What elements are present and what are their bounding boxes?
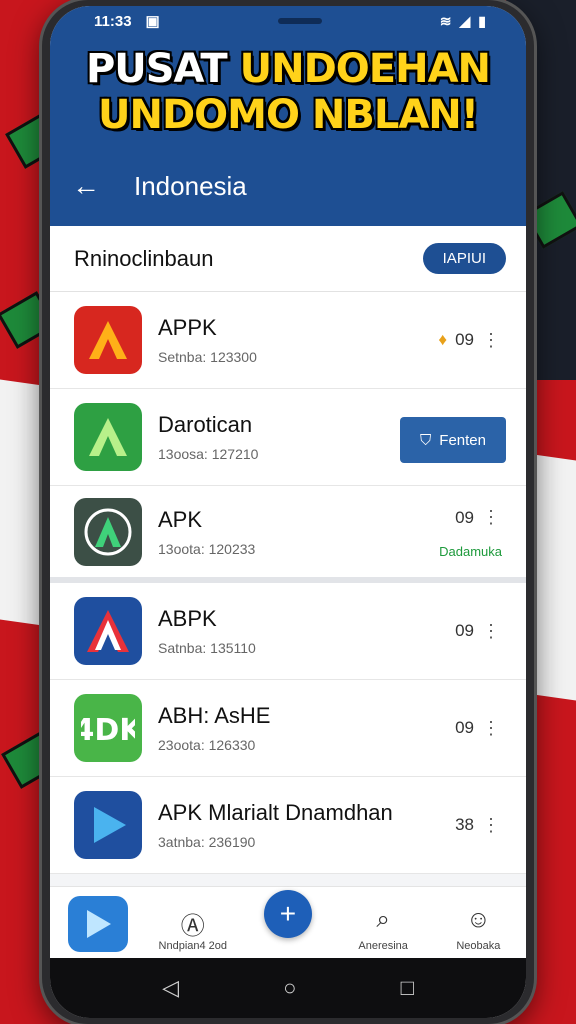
section-pill-button[interactable]: IAPIUI bbox=[422, 243, 506, 274]
svg-text:4DK: 4DK bbox=[81, 713, 135, 748]
play-store-icon bbox=[67, 896, 128, 952]
red-a-app-icon bbox=[74, 306, 142, 374]
app-name: APPK bbox=[158, 315, 217, 340]
add-fab-button[interactable]: + bbox=[263, 890, 312, 938]
list-item[interactable]: 4DK ABH: AsHE 23oota: 126330 09 ⋮ bbox=[50, 680, 526, 777]
battery-icon: ▮ bbox=[478, 12, 486, 29]
blue-a-app-icon bbox=[74, 597, 142, 665]
app-count: 09 bbox=[455, 718, 474, 737]
banner-line-1: PUSAT UNDOEHAN bbox=[50, 46, 526, 92]
nav-label: Nndpian4 2od bbox=[158, 940, 228, 952]
app-name: APK bbox=[158, 506, 203, 532]
list-item[interactable]: APPK Setnba: 123300 ♦ 09 ⋮ bbox=[50, 292, 526, 389]
nav-fab[interactable]: + bbox=[243, 890, 333, 952]
phone-frame: 11:33 ▣ ≋ ◢ ▮ PUSAT UNDOEHAN UNDOMO NBLA… bbox=[42, 0, 534, 1024]
phone-screen: 11:33 ▣ ≋ ◢ ▮ PUSAT UNDOEHAN UNDOMO NBLA… bbox=[50, 6, 526, 1018]
app-bar-title: Indonesia bbox=[134, 170, 247, 201]
list-item[interactable]: Darotican 13oosa: 127210 ⛉ Fenten bbox=[50, 389, 526, 486]
signal-icon: ◢ bbox=[459, 12, 471, 29]
nav-item-search[interactable]: ⌕ Aneresina bbox=[338, 906, 428, 952]
app-count: 09 bbox=[455, 330, 474, 349]
nav-home[interactable] bbox=[53, 896, 143, 952]
play-app-icon bbox=[74, 791, 142, 859]
back-arrow-icon[interactable]: ← bbox=[72, 170, 112, 202]
wifi-icon: ≋ bbox=[439, 12, 452, 29]
nav-label: Neobaka bbox=[456, 940, 501, 952]
status-time: 11:33 bbox=[94, 12, 132, 30]
status-bar: 11:33 ▣ ≋ ◢ ▮ bbox=[50, 6, 526, 36]
shield-icon: ⛉ bbox=[420, 431, 432, 449]
home-circle-icon[interactable]: ○ bbox=[283, 975, 296, 1001]
flame-icon: ♦ bbox=[438, 330, 448, 349]
list-item[interactable]: APK 13oota: 120233 09 ⋮ Dadamuka bbox=[50, 486, 526, 583]
section-header: Rninoclinbaun IAPIUI bbox=[50, 226, 526, 292]
more-vertical-icon[interactable]: ⋮ bbox=[482, 330, 500, 351]
install-button-label: Fenten bbox=[439, 431, 486, 449]
profile-icon: ☺ bbox=[466, 906, 491, 933]
recents-square-icon[interactable]: □ bbox=[401, 975, 414, 1001]
app-subtitle: 3atnba: 236190 bbox=[158, 834, 256, 850]
more-vertical-icon[interactable]: ⋮ bbox=[482, 815, 500, 836]
app-count: 38 bbox=[455, 815, 474, 834]
system-navigation-bar: ◁ ○ □ bbox=[50, 958, 526, 1018]
more-vertical-icon[interactable]: ⋮ bbox=[482, 507, 500, 528]
app-bar: ← Indonesia bbox=[50, 146, 526, 226]
app-list: Rninoclinbaun IAPIUI APPK Setnba: 123300… bbox=[50, 226, 526, 874]
app-subtitle: 13oota: 120233 bbox=[158, 540, 256, 557]
more-vertical-icon[interactable]: ⋮ bbox=[482, 621, 500, 642]
app-name: ABPK bbox=[158, 606, 217, 631]
nav-item-profile[interactable]: ☺ Neobaka bbox=[433, 906, 523, 952]
app-subtitle: Satnba: 135110 bbox=[158, 640, 256, 656]
app-count: 09 bbox=[455, 507, 474, 527]
green-a-app-icon bbox=[74, 403, 142, 471]
install-button[interactable]: ⛉ Fenten bbox=[400, 417, 506, 463]
app-status-tag: Dadamuka bbox=[439, 544, 502, 559]
promo-banner: PUSAT UNDOEHAN UNDOMO NBLAN! bbox=[50, 36, 526, 146]
search-icon: ⌕ bbox=[376, 906, 390, 933]
nav-label: Aneresina bbox=[358, 940, 408, 952]
banner-word-yellow: UNDOEHAN bbox=[226, 46, 491, 92]
bottom-navigation: Ⓐ Nndpian4 2od + ⌕ Aneresina ☺ Neobaka bbox=[50, 886, 526, 958]
app-name: APK Mlarialt Dnamdhan bbox=[158, 800, 393, 825]
camera-notch bbox=[277, 18, 322, 24]
list-item[interactable]: APK Mlarialt Dnamdhan 3atnba: 236190 38 … bbox=[50, 777, 526, 874]
user-a-icon: Ⓐ bbox=[180, 913, 205, 940]
nav-item-apps[interactable]: Ⓐ Nndpian4 2od bbox=[148, 906, 238, 952]
more-vertical-icon[interactable]: ⋮ bbox=[482, 718, 500, 739]
banner-word-white: PUSAT bbox=[85, 46, 228, 92]
list-item[interactable]: ABPK Satnba: 135110 09 ⋮ bbox=[50, 583, 526, 680]
app-subtitle: Setnba: 123300 bbox=[158, 349, 257, 365]
apk-green-app-icon: 4DK bbox=[74, 694, 142, 762]
notification-icon: ▣ bbox=[145, 13, 160, 30]
app-subtitle: 23oota: 126330 bbox=[158, 737, 256, 753]
apk-a-app-icon bbox=[74, 497, 142, 566]
app-count: 09 bbox=[455, 621, 474, 640]
banner-line-2: UNDOMO NBLAN! bbox=[97, 92, 479, 138]
back-triangle-icon[interactable]: ◁ bbox=[162, 975, 179, 1001]
app-name: ABH: AsHE bbox=[158, 703, 271, 728]
section-title: Rninoclinbaun bbox=[74, 245, 214, 271]
